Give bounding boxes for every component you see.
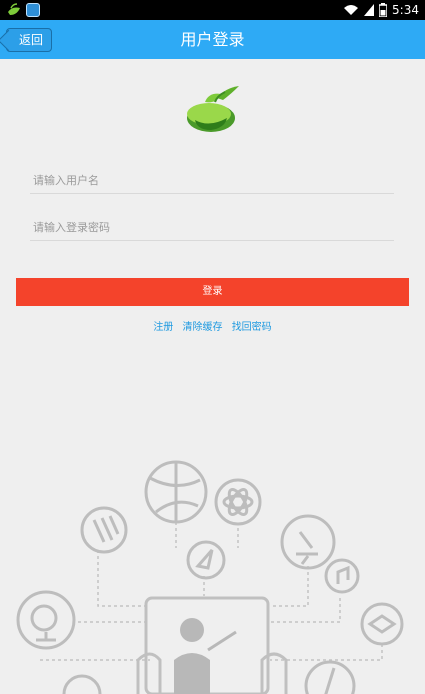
back-button[interactable]: 返回 xyxy=(6,28,53,52)
app-notification-icon xyxy=(26,3,40,17)
username-input[interactable] xyxy=(30,168,394,192)
app-leaf-icon xyxy=(8,3,20,15)
teacher-icon xyxy=(174,618,237,694)
login-button[interactable]: 登录 xyxy=(16,278,409,306)
password-field[interactable] xyxy=(30,215,394,241)
wifi-icon xyxy=(344,5,359,15)
music-icon xyxy=(324,558,360,594)
clear-cache-link[interactable]: 清除缓存 xyxy=(183,322,223,333)
books-icon xyxy=(80,506,128,554)
app-logo xyxy=(187,86,239,132)
status-time: 5:34 xyxy=(392,3,419,17)
status-bar: 5:34 xyxy=(0,0,425,20)
account-links: 注册 清除缓存 找回密码 xyxy=(0,318,425,333)
register-link[interactable]: 注册 xyxy=(153,322,173,333)
title-bar: 用户登录 返回 xyxy=(0,20,425,59)
find-password-link[interactable]: 找回密码 xyxy=(232,322,272,333)
username-field[interactable] xyxy=(30,168,394,194)
back-button-label: 返回 xyxy=(19,33,44,47)
battery-icon xyxy=(379,3,388,17)
signal-icon xyxy=(364,4,375,16)
education-illustration xyxy=(16,460,404,694)
page-title: 用户登录 xyxy=(180,30,245,49)
password-input[interactable] xyxy=(30,215,394,239)
compass-icon xyxy=(186,540,226,580)
